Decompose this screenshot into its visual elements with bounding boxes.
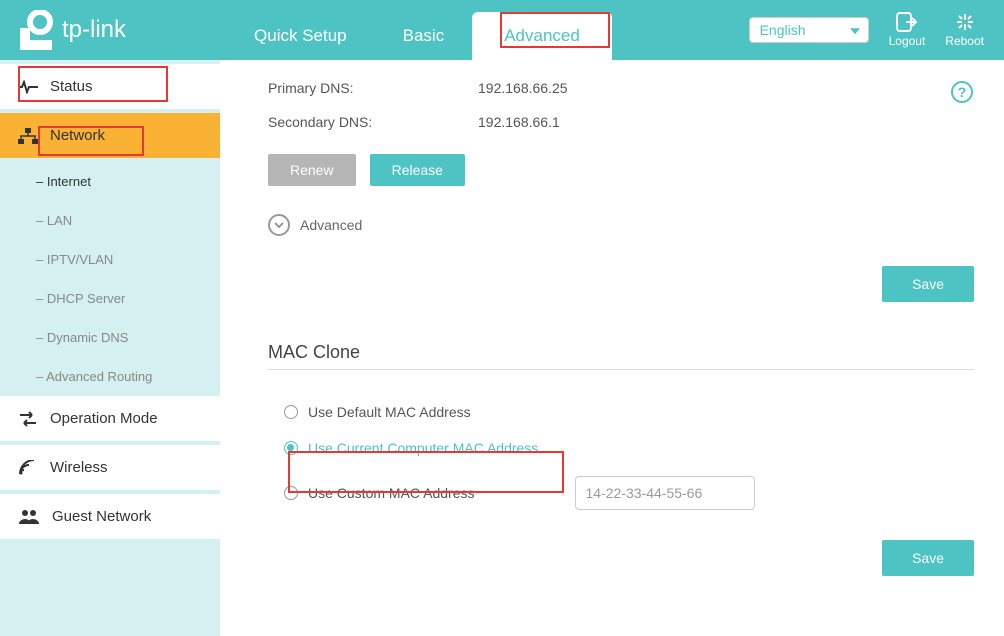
primary-dns-value: 192.168.66.25 bbox=[478, 80, 568, 96]
custom-mac-input[interactable] bbox=[575, 476, 755, 510]
sidebar-sub-routing[interactable]: Advanced Routing bbox=[0, 357, 220, 396]
svg-text:?: ? bbox=[958, 84, 967, 100]
primary-dns-row: Primary DNS: 192.168.66.25 bbox=[268, 80, 974, 96]
release-button[interactable]: Release bbox=[370, 154, 465, 186]
help-button[interactable]: ? bbox=[950, 80, 974, 107]
radio-icon bbox=[284, 405, 298, 419]
sidebar-sub-iptv[interactable]: IPTV/VLAN bbox=[0, 240, 220, 279]
dhcp-buttons: Renew Release bbox=[268, 154, 974, 186]
sidebar-item-wireless[interactable]: Wireless bbox=[0, 445, 220, 490]
logout-button[interactable]: Logout bbox=[889, 12, 926, 48]
status-icon bbox=[18, 80, 38, 94]
tab-quick-setup[interactable]: Quick Setup bbox=[226, 12, 375, 60]
network-submenu: Internet LAN IPTV/VLAN DHCP Server Dynam… bbox=[0, 162, 220, 396]
reboot-button[interactable]: Reboot bbox=[945, 12, 984, 48]
reboot-icon bbox=[954, 12, 976, 32]
chevron-down-icon bbox=[268, 214, 290, 236]
mac-clone-title: MAC Clone bbox=[268, 342, 974, 363]
language-select[interactable]: English bbox=[749, 17, 869, 43]
header: tp-link Quick Setup Basic Advanced Engli… bbox=[0, 0, 1004, 60]
brand-logo: tp-link bbox=[20, 10, 126, 50]
sidebar-sub-ddns[interactable]: Dynamic DNS bbox=[0, 318, 220, 357]
secondary-dns-label: Secondary DNS: bbox=[268, 114, 478, 130]
main-content: ? Primary DNS: 192.168.66.25 Secondary D… bbox=[238, 60, 1004, 636]
tab-basic[interactable]: Basic bbox=[375, 12, 473, 60]
secondary-dns-row: Secondary DNS: 192.168.66.1 bbox=[268, 114, 974, 130]
help-icon: ? bbox=[950, 80, 974, 104]
guest-icon bbox=[18, 509, 40, 525]
mac-option-default[interactable]: Use Default MAC Address bbox=[268, 394, 974, 430]
mac-option-current[interactable]: Use Current Computer MAC Address bbox=[268, 430, 974, 466]
sidebar-item-opmode[interactable]: Operation Mode bbox=[0, 396, 220, 441]
sidebar-item-guest[interactable]: Guest Network bbox=[0, 494, 220, 539]
sidebar-item-status[interactable]: Status bbox=[0, 64, 220, 109]
opmode-icon bbox=[18, 411, 38, 427]
logout-icon bbox=[896, 12, 918, 32]
sidebar-item-network[interactable]: Network bbox=[0, 113, 220, 158]
sidebar-sub-lan[interactable]: LAN bbox=[0, 201, 220, 240]
mac-option-custom[interactable]: Use Custom MAC Address bbox=[268, 466, 974, 520]
wireless-icon bbox=[18, 460, 38, 476]
radio-icon bbox=[284, 486, 298, 500]
primary-dns-label: Primary DNS: bbox=[268, 80, 478, 96]
divider bbox=[268, 369, 974, 370]
tplink-icon bbox=[20, 10, 54, 50]
secondary-dns-value: 192.168.66.1 bbox=[478, 114, 560, 130]
sidebar-sub-dhcp[interactable]: DHCP Server bbox=[0, 279, 220, 318]
radio-icon bbox=[284, 441, 298, 455]
renew-button[interactable]: Renew bbox=[268, 154, 356, 186]
main-tabs: Quick Setup Basic Advanced bbox=[226, 0, 612, 60]
save-button-bottom[interactable]: Save bbox=[882, 540, 974, 576]
brand-text: tp-link bbox=[62, 16, 126, 44]
header-actions: English Logout Reboot bbox=[749, 12, 984, 48]
sidebar: Status Network Internet LAN IPTV/VLAN DH… bbox=[0, 60, 220, 636]
save-button-top[interactable]: Save bbox=[882, 266, 974, 302]
network-icon bbox=[18, 128, 38, 144]
tab-advanced[interactable]: Advanced bbox=[472, 12, 612, 60]
advanced-toggle[interactable]: Advanced bbox=[268, 214, 974, 236]
sidebar-sub-internet[interactable]: Internet bbox=[0, 162, 220, 201]
